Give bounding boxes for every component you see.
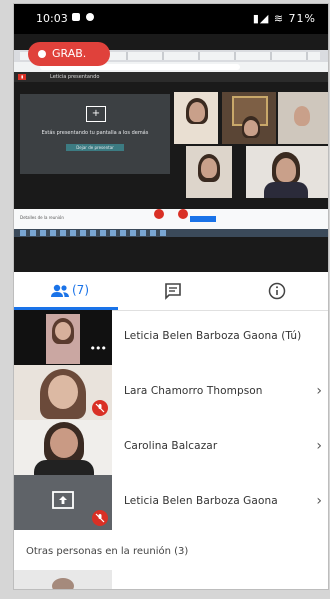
- chevron-right-icon[interactable]: ›: [316, 438, 322, 454]
- status-time: 10:03: [36, 12, 68, 25]
- participant-row[interactable]: Carolina Balcazar ›: [14, 420, 328, 475]
- presenting-badge: ▮: [18, 74, 27, 80]
- present-button[interactable]: [190, 216, 216, 222]
- people-count: (7): [72, 283, 89, 297]
- participant-name: Lara Chamorro Thompson: [124, 385, 263, 397]
- participant-tabs: (7): [14, 272, 328, 311]
- present-screen-icon: [52, 491, 74, 509]
- chevron-right-icon[interactable]: ›: [316, 383, 322, 399]
- others-heading: Otras personas en la reunión (3): [26, 546, 189, 557]
- signal-icon: ▮◢ ≋: [252, 12, 289, 25]
- meet-controls-bar: Detalles de la reunión: [14, 209, 328, 229]
- status-right: ▮◢ ≋ 71%: [253, 12, 316, 25]
- video-tile: [246, 146, 328, 198]
- recording-label: GRAB.: [52, 47, 87, 60]
- participant-name: Leticia Belen Barboza Gaona: [124, 495, 278, 507]
- presenter-label: Leticia presentando: [50, 74, 100, 80]
- battery-level: 71%: [288, 12, 316, 25]
- participant-name: Carolina Balcazar: [124, 440, 218, 452]
- video-tile: [278, 92, 328, 144]
- people-icon: [51, 284, 69, 297]
- mic-button[interactable]: [154, 209, 164, 219]
- video-tile: [186, 146, 232, 198]
- record-dot-icon: [38, 50, 46, 58]
- video-tile: [174, 92, 218, 144]
- presenting-panel: + Estás presentando tu pantalla a los de…: [20, 94, 170, 174]
- status-bar: 10:03 ▮◢ ≋ 71%: [14, 4, 328, 34]
- participant-video: [14, 365, 112, 420]
- participant-presentation: [14, 475, 112, 530]
- hangup-button[interactable]: [178, 209, 188, 219]
- shared-screen-view[interactable]: ▮ Leticia presentando + Estás presentand…: [14, 34, 328, 272]
- mic-muted-icon: [92, 510, 108, 526]
- participant-video: [14, 420, 112, 475]
- video-tile: [222, 92, 276, 144]
- participant-video: •••: [14, 310, 112, 365]
- meet-top-bar: ▮ Leticia presentando: [14, 72, 328, 82]
- participant-row[interactable]: Leticia Belen Barboza Gaona ›: [14, 475, 328, 530]
- recording-badge[interactable]: GRAB.: [28, 42, 110, 66]
- stop-presenting-button[interactable]: Dejar de presentar: [66, 144, 124, 151]
- more-options-icon[interactable]: •••: [90, 342, 107, 355]
- windows-taskbar: [14, 229, 328, 237]
- chat-icon: [165, 283, 181, 300]
- participant-video: [14, 570, 112, 589]
- tab-people[interactable]: (7): [14, 272, 118, 310]
- participant-row[interactable]: Lara Chamorro Thompson ›: [14, 365, 328, 420]
- tab-chat[interactable]: [120, 272, 224, 310]
- present-text: Estás presentando tu pantalla a los demá…: [41, 130, 149, 136]
- notification-icon-2: [86, 13, 94, 21]
- present-screen-icon: +: [86, 106, 106, 122]
- participant-row-self[interactable]: ••• Leticia Belen Barboza Gaona (Tú): [14, 310, 328, 365]
- meeting-details-link[interactable]: Detalles de la reunión: [20, 215, 64, 220]
- chevron-right-icon[interactable]: ›: [316, 493, 322, 509]
- mic-muted-icon: [92, 400, 108, 416]
- phone-screen: 10:03 ▮◢ ≋ 71% GRAB. ▮ Leticia presentan…: [14, 4, 328, 589]
- info-icon: [268, 282, 286, 300]
- tab-info[interactable]: [224, 272, 328, 310]
- notification-icon: [72, 13, 80, 21]
- participant-name: Leticia Belen Barboza Gaona (Tú): [124, 330, 302, 342]
